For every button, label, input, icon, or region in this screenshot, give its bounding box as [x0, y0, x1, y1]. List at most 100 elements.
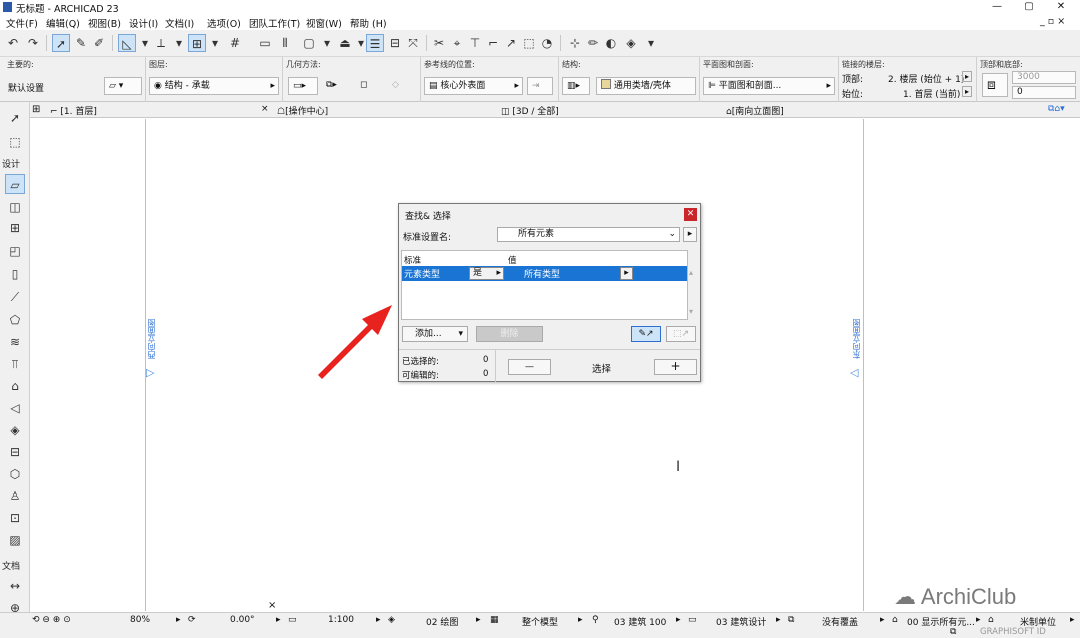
marquee-tool-icon[interactable]: ⬚ — [5, 132, 25, 152]
top-value[interactable]: 2. 楼层 (始位 + 1) — [888, 72, 964, 85]
menu-document[interactable]: 文档(I) — [165, 16, 194, 30]
base-arrow-icon[interactable]: ▸ — [962, 86, 972, 97]
table-icon[interactable]: ⊟ — [386, 34, 404, 52]
value-menu-button[interactable]: ▸ — [620, 267, 633, 280]
syringe-icon[interactable]: ✐ — [90, 34, 108, 52]
angle-arrow-icon[interactable]: ▸ — [276, 615, 281, 625]
slab-tool-icon[interactable]: ⬠ — [5, 310, 25, 330]
offset-icon[interactable]: ↗ — [502, 34, 520, 52]
select-button[interactable]: + — [654, 359, 697, 375]
menu-file[interactable]: 文件(F) — [6, 16, 38, 30]
tab-3d[interactable]: ◫ [3D / 全部] — [501, 104, 559, 117]
height-field[interactable]: 3000 — [1012, 71, 1076, 84]
dropdown-arrow-icon[interactable]: ▾ — [318, 34, 336, 52]
override-arrow-icon[interactable]: ▸ — [880, 615, 885, 625]
operator-button[interactable]: 是 ▸ — [469, 267, 504, 280]
rotate-view-icon[interactable]: ⟳ — [188, 615, 196, 625]
scroll-down-icon[interactable]: ▾ — [689, 307, 693, 316]
rotate-icon[interactable]: ◔ — [538, 34, 556, 52]
ruler-icon[interactable]: ⫴ — [276, 34, 294, 52]
menu-view[interactable]: 视图(B) — [88, 16, 121, 30]
wall-tool-icon[interactable]: ▱ — [5, 174, 25, 194]
tab-grid-icon[interactable]: ⊞ — [32, 104, 40, 115]
building-material-dropdown[interactable]: 通用类墙/壳体 — [596, 77, 696, 95]
column-tool-icon[interactable]: ▯ — [5, 264, 25, 284]
shell-tool-icon[interactable]: ◁ — [5, 398, 25, 418]
straight-wall-button[interactable]: ▭▸ — [288, 77, 318, 95]
cross-icon[interactable]: ⤧ — [404, 34, 422, 52]
resize-icon[interactable]: ⬚ — [520, 34, 538, 52]
criteria-set-select[interactable]: 所有元素 ⌄ — [497, 227, 680, 242]
menu-teamwork[interactable]: 团队工作(T) — [249, 16, 300, 30]
structure-type-button[interactable]: ▥▸ — [562, 77, 590, 95]
angle-guide-icon[interactable]: ◺ — [118, 34, 136, 52]
top-arrow-icon[interactable]: ▸ — [962, 71, 972, 82]
scale-value[interactable]: 1:100 — [328, 615, 354, 625]
layout-icon[interactable]: ⧉ — [950, 627, 956, 637]
plan-section-dropdown[interactable]: ⊫ 平面图和剖面... ▸ — [703, 77, 835, 95]
adjust-icon[interactable]: ⌐ — [484, 34, 502, 52]
mesh-tool-icon[interactable]: ▨ — [5, 530, 25, 550]
trapezoid-wall-button[interactable]: ⧉▸ — [322, 77, 350, 95]
canvas-close-icon[interactable]: × — [268, 600, 276, 611]
redo-icon[interactable]: ↷ — [24, 34, 42, 52]
west-elevation-marker-icon[interactable]: ▷ — [146, 366, 154, 379]
globe-icon[interactable]: ◐ — [602, 34, 620, 52]
beam-tool-icon[interactable]: ⟋ — [5, 287, 25, 307]
menu-edit[interactable]: 编辑(Q) — [46, 16, 80, 30]
grid-icon[interactable]: # — [226, 34, 244, 52]
zoom-value[interactable]: 80% — [130, 615, 150, 625]
scroll-up-icon[interactable]: ▴ — [689, 268, 693, 277]
wall-settings-button[interactable]: ▱ ▾ — [104, 77, 142, 95]
arrow-tool-icon[interactable]: ➚ — [5, 108, 25, 128]
window-tool-icon[interactable]: ⊞ — [5, 218, 25, 238]
delete-button[interactable]: 删除 — [476, 326, 543, 342]
ref-line-dropdown[interactable]: ▤ 核心外表面 ▸ — [424, 77, 523, 95]
object-tool-icon[interactable]: ♙ — [5, 486, 25, 506]
zoom-controls-icon[interactable]: ⟲ ⊖ ⊕ ⊙ — [32, 615, 71, 625]
morph-tool-icon[interactable]: ◈ — [5, 420, 25, 440]
marquee-criteria-icon[interactable]: ⬚↗ — [666, 326, 696, 342]
criteria-row[interactable]: 元素类型 是 ▸ 所有类型 ▸ — [402, 266, 687, 281]
base-value[interactable]: 1. 首层 (当前) — [903, 87, 960, 100]
dialog-close-button[interactable]: ✕ — [684, 208, 697, 221]
model-arrow-icon[interactable]: ▸ — [578, 615, 583, 625]
polygon-wall-button[interactable]: ◻ — [356, 77, 382, 95]
stair-tool-icon[interactable]: ≋ — [5, 332, 25, 352]
guide-line-icon[interactable]: ⟂ — [152, 34, 170, 52]
tab-action-center[interactable]: ☖[操作中心] — [277, 104, 328, 117]
pen-set-arrow-icon[interactable]: ▸ — [676, 615, 681, 625]
roof-tool-icon[interactable]: ⌂ — [5, 376, 25, 396]
maximize-button[interactable]: ▢ — [1014, 0, 1044, 14]
offset-field[interactable]: 0 — [1012, 86, 1076, 99]
mvo-arrow-icon[interactable]: ▸ — [776, 615, 781, 625]
add-button[interactable]: 添加... ▾ — [402, 326, 468, 342]
angle-value[interactable]: 0.00° — [230, 615, 255, 625]
east-elevation-marker-icon[interactable]: ◁ — [850, 366, 858, 379]
layer-dropdown[interactable]: ◉ 结构 - 承载 ▸ — [149, 77, 279, 95]
magic-wand-icon[interactable]: ☰ — [366, 34, 384, 52]
dropdown-arrow-icon[interactable]: ▾ — [170, 34, 188, 52]
units-arrow-icon[interactable]: ▸ — [1070, 615, 1075, 625]
mdi-controls[interactable]: _ ▫ × — [1040, 16, 1065, 27]
log-wall-button[interactable]: ◇ — [388, 77, 414, 95]
door-tool-icon[interactable]: ◫ — [5, 197, 25, 217]
deselect-button[interactable]: — — [508, 359, 551, 375]
suspend-groups-icon[interactable]: ▭ — [256, 34, 274, 52]
eyedropper-icon[interactable]: ✎ — [72, 34, 90, 52]
scale-arrow-icon[interactable]: ▸ — [376, 615, 381, 625]
tab-navigator-icon[interactable]: ⧉⌂▾ — [1048, 104, 1065, 114]
pick-up-criteria-icon[interactable]: ✎↗ — [631, 326, 661, 342]
tab-south-elevation[interactable]: ⌂[南向立面图] — [726, 104, 784, 117]
menu-design[interactable]: 设计(I) — [129, 16, 158, 30]
arrow-select-icon[interactable]: ➚ — [52, 34, 70, 52]
graphisoft-id-label[interactable]: GRAPHISOFT ID — [980, 627, 1046, 637]
dropdown-arrow-icon[interactable]: ▾ — [206, 34, 224, 52]
minimize-button[interactable]: — — [982, 0, 1012, 14]
zoom-arrow-icon[interactable]: ▸ — [176, 615, 181, 625]
curtain-wall-tool-icon[interactable]: ⊟ — [5, 442, 25, 462]
tab-floor-plan[interactable]: ⌐ [1. 首层] — [50, 104, 97, 117]
layer-icon[interactable]: ▢ — [300, 34, 318, 52]
close-button[interactable]: ✕ — [1046, 0, 1076, 14]
scissors-icon[interactable]: ✂ — [430, 34, 448, 52]
